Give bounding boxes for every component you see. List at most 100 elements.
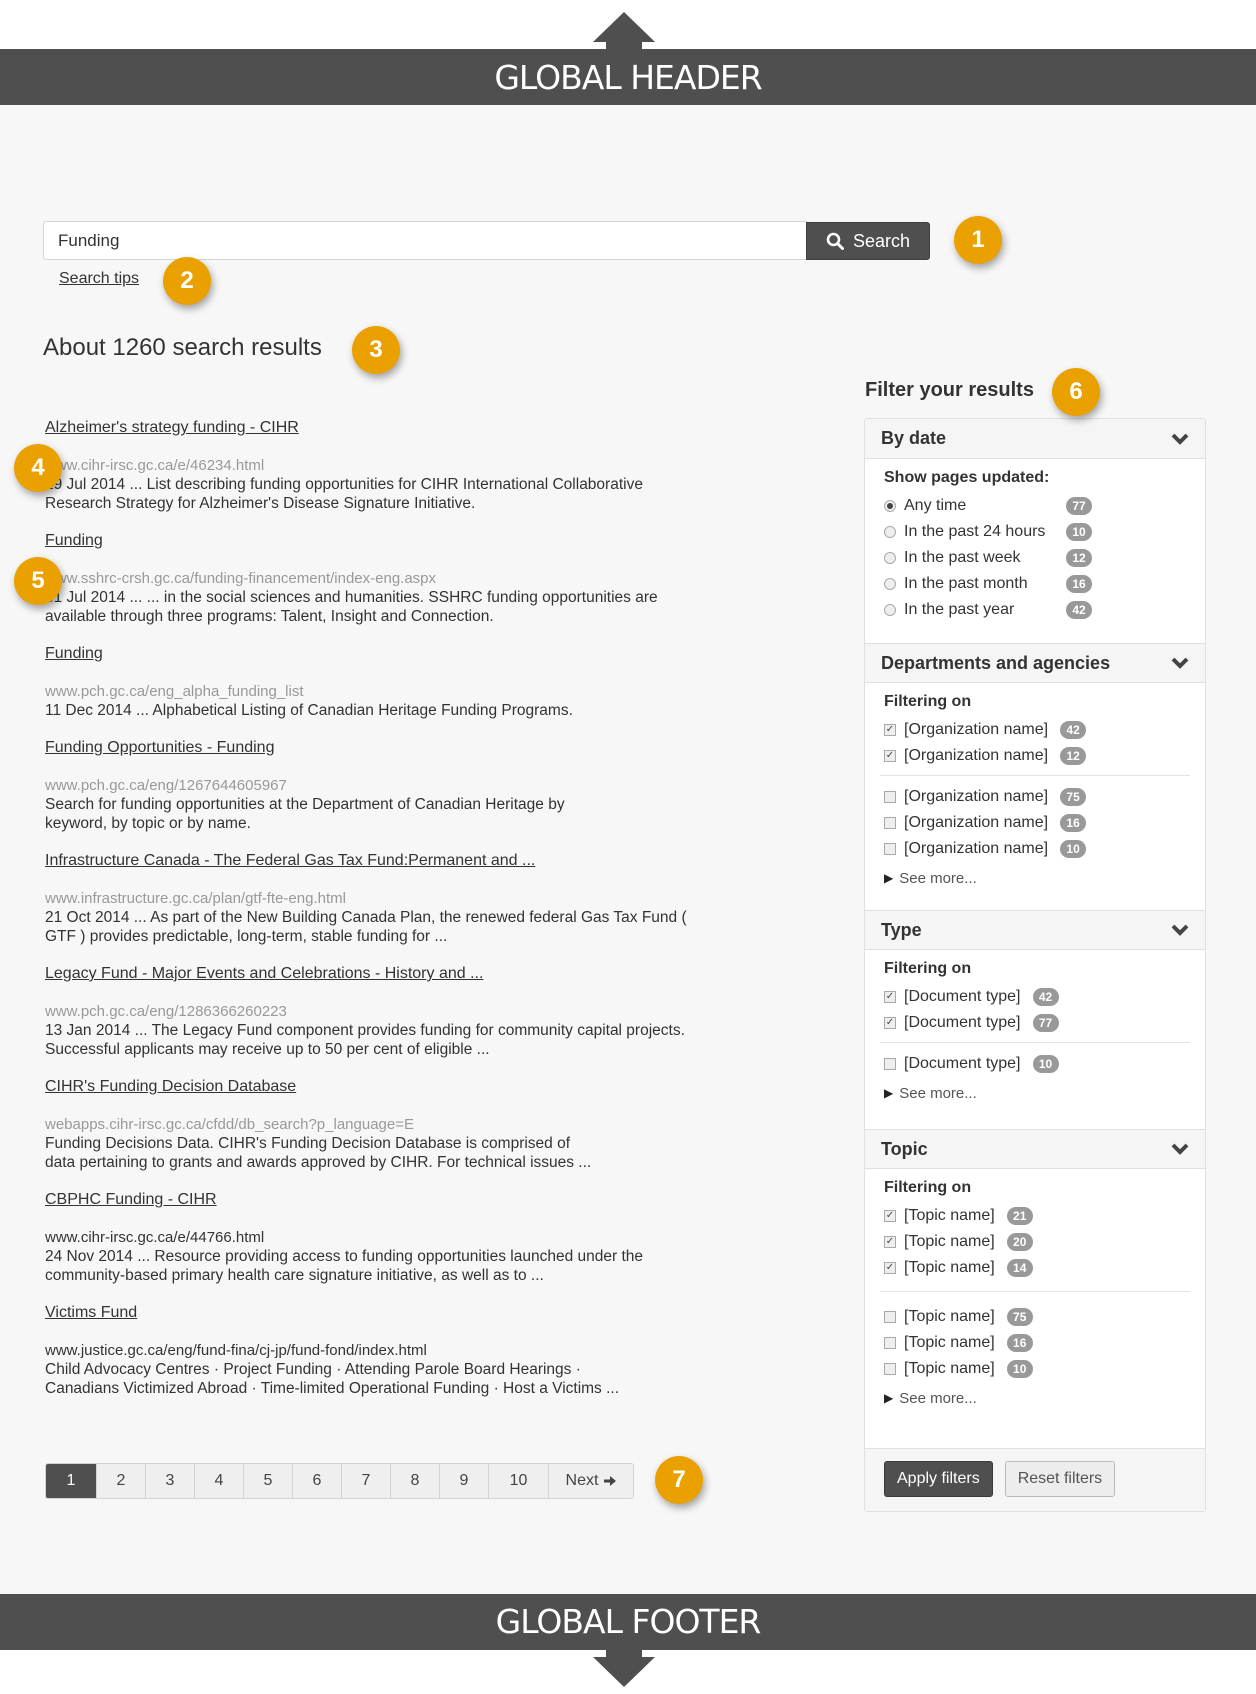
result-item: CBPHC Funding - CIHR www.cihr-irsc.gc.ca… — [45, 1190, 725, 1285]
callout-marker: 2 — [163, 257, 211, 305]
topic-option[interactable]: [Topic name] 75 — [884, 1304, 1186, 1330]
count-badge: 42 — [1032, 988, 1059, 1006]
search-tips-link[interactable]: Search tips — [59, 270, 139, 288]
count-badge: 12 — [1060, 747, 1087, 765]
facet-toggle-type[interactable]: Type — [865, 910, 1205, 950]
apply-filters-button[interactable]: Apply filters — [884, 1461, 993, 1497]
results-count-heading: About 1260 search results — [43, 334, 322, 361]
radio[interactable] — [884, 552, 896, 564]
result-description: 24 Nov 2014 ... Resource providing acces… — [45, 1248, 643, 1284]
page-link[interactable]: 4 — [194, 1464, 243, 1498]
next-page-button[interactable]: Next — [548, 1464, 633, 1498]
department-option[interactable]: ✓ [Organization name] 42 — [884, 717, 1186, 743]
result-title-link[interactable]: CBPHC Funding - CIHR — [45, 1190, 217, 1210]
checkbox-checked[interactable]: ✓ — [884, 1210, 896, 1222]
checkbox[interactable] — [884, 843, 896, 855]
page-link[interactable]: 5 — [243, 1464, 292, 1498]
date-option[interactable]: In the past year 42 — [884, 597, 1186, 623]
checkbox-checked[interactable]: ✓ — [884, 1236, 896, 1248]
facet-toggle-topic[interactable]: Topic — [865, 1129, 1205, 1169]
checkbox-checked[interactable]: ✓ — [884, 724, 896, 736]
checkbox[interactable] — [884, 791, 896, 803]
result-title-link[interactable]: Funding Opportunities - Funding — [45, 738, 274, 758]
result-title-link[interactable]: Funding — [45, 644, 103, 664]
radio[interactable] — [884, 604, 896, 616]
checkbox[interactable] — [884, 1058, 896, 1070]
checkbox-checked[interactable]: ✓ — [884, 991, 896, 1003]
checkbox[interactable] — [884, 1363, 896, 1375]
department-option[interactable]: [Organization name] 16 — [884, 810, 1186, 836]
department-option[interactable]: ✓ [Organization name] 12 — [884, 743, 1186, 769]
date-option[interactable]: In the past 24 hours 10 — [884, 519, 1186, 545]
result-title-link[interactable]: Infrastructure Canada - The Federal Gas … — [45, 851, 535, 871]
type-option[interactable]: ✓ [Document type] 77 — [884, 1010, 1186, 1036]
radio[interactable] — [884, 578, 896, 590]
type-option[interactable]: [Document type] 10 — [884, 1051, 1186, 1077]
type-option[interactable]: ✓ [Document type] 42 — [884, 984, 1186, 1010]
result-title-link[interactable]: CIHR's Funding Decision Database — [45, 1077, 296, 1097]
option-label: In the past month — [904, 575, 1028, 592]
count-badge: 14 — [1006, 1259, 1033, 1277]
search-input[interactable] — [43, 221, 807, 260]
search-button[interactable]: Search — [806, 222, 930, 260]
facet-toggle-by-date[interactable]: By date — [865, 419, 1205, 459]
filter-actions: Apply filters Reset filters — [865, 1448, 1205, 1511]
result-description: 11 Dec 2014 ... Alphabetical Listing of … — [45, 702, 573, 719]
radio[interactable] — [884, 526, 896, 538]
topic-option[interactable]: [Topic name] 16 — [884, 1330, 1186, 1356]
option-label: [Organization name] — [904, 747, 1049, 764]
count-badge: 75 — [1060, 788, 1087, 806]
option-label: [Organization name] — [904, 721, 1049, 738]
filter-panel: By date Show pages updated: Any time 77 … — [864, 418, 1206, 1512]
count-badge: 10 — [1032, 1055, 1059, 1073]
radio-selected[interactable] — [884, 500, 896, 512]
result-description: Search for funding opportunities at the … — [45, 796, 565, 832]
result-item: CIHR's Funding Decision Database webapps… — [45, 1077, 725, 1172]
date-option[interactable]: Any time 77 — [884, 493, 1186, 519]
arrow-right-icon — [604, 1476, 617, 1486]
page-link[interactable]: 7 — [341, 1464, 390, 1498]
checkbox-checked[interactable]: ✓ — [884, 1262, 896, 1274]
option-label: Any time — [904, 497, 967, 514]
topic-option[interactable]: ✓ [Topic name] 20 — [884, 1229, 1186, 1255]
date-option[interactable]: In the past week 12 — [884, 545, 1186, 571]
department-option[interactable]: [Organization name] 75 — [884, 784, 1186, 810]
result-description: Child Advocacy Centres · Project Funding… — [45, 1361, 620, 1397]
option-label: [Organization name] — [904, 788, 1049, 805]
topic-option[interactable]: [Topic name] 10 — [884, 1356, 1186, 1382]
page-link[interactable]: 9 — [439, 1464, 488, 1498]
result-description: 13 Jan 2014 ... The Legacy Fund componen… — [45, 1022, 685, 1058]
reset-filters-button[interactable]: Reset filters — [1004, 1461, 1116, 1497]
checkbox[interactable] — [884, 817, 896, 829]
see-more-departments[interactable]: ▶ See more... — [884, 864, 1186, 892]
option-label: In the past 24 hours — [904, 523, 1046, 540]
page-link[interactable]: 8 — [390, 1464, 439, 1498]
page-link[interactable]: 2 — [96, 1464, 145, 1498]
page-link[interactable]: 10 — [488, 1464, 548, 1498]
option-label: [Topic name] — [904, 1360, 995, 1377]
see-more-topic[interactable]: ▶ See more... — [884, 1384, 1186, 1412]
page-link[interactable]: 6 — [292, 1464, 341, 1498]
facet-toggle-departments[interactable]: Departments and agencies — [865, 643, 1205, 683]
count-badge: 77 — [1032, 1014, 1059, 1032]
option-label: In the past week — [904, 549, 1021, 566]
checkbox-checked[interactable]: ✓ — [884, 1017, 896, 1029]
result-title-link[interactable]: Legacy Fund - Major Events and Celebrati… — [45, 964, 483, 984]
option-label: [Topic name] — [904, 1334, 995, 1351]
result-title-link[interactable]: Funding — [45, 531, 103, 551]
topic-option[interactable]: ✓ [Topic name] 14 — [884, 1255, 1186, 1281]
result-title-link[interactable]: Victims Fund — [45, 1303, 137, 1323]
page-link-current[interactable]: 1 — [46, 1464, 96, 1498]
checkbox[interactable] — [884, 1311, 896, 1323]
date-option[interactable]: In the past month 16 — [884, 571, 1186, 597]
checkbox-checked[interactable]: ✓ — [884, 750, 896, 762]
result-title-link[interactable]: Alzheimer's strategy funding - CIHR — [45, 418, 299, 438]
page-link[interactable]: 3 — [145, 1464, 194, 1498]
result-description: Funding Decisions Data. CIHR's Funding D… — [45, 1135, 592, 1171]
see-more-type[interactable]: ▶ See more... — [884, 1079, 1186, 1107]
topic-option[interactable]: ✓ [Topic name] 21 — [884, 1203, 1186, 1229]
option-label: [Organization name] — [904, 840, 1049, 857]
department-option[interactable]: [Organization name] 10 — [884, 836, 1186, 862]
result-url: www.justice.gc.ca/eng/fund-fina/cj-jp/fu… — [45, 1342, 427, 1359]
checkbox[interactable] — [884, 1337, 896, 1349]
